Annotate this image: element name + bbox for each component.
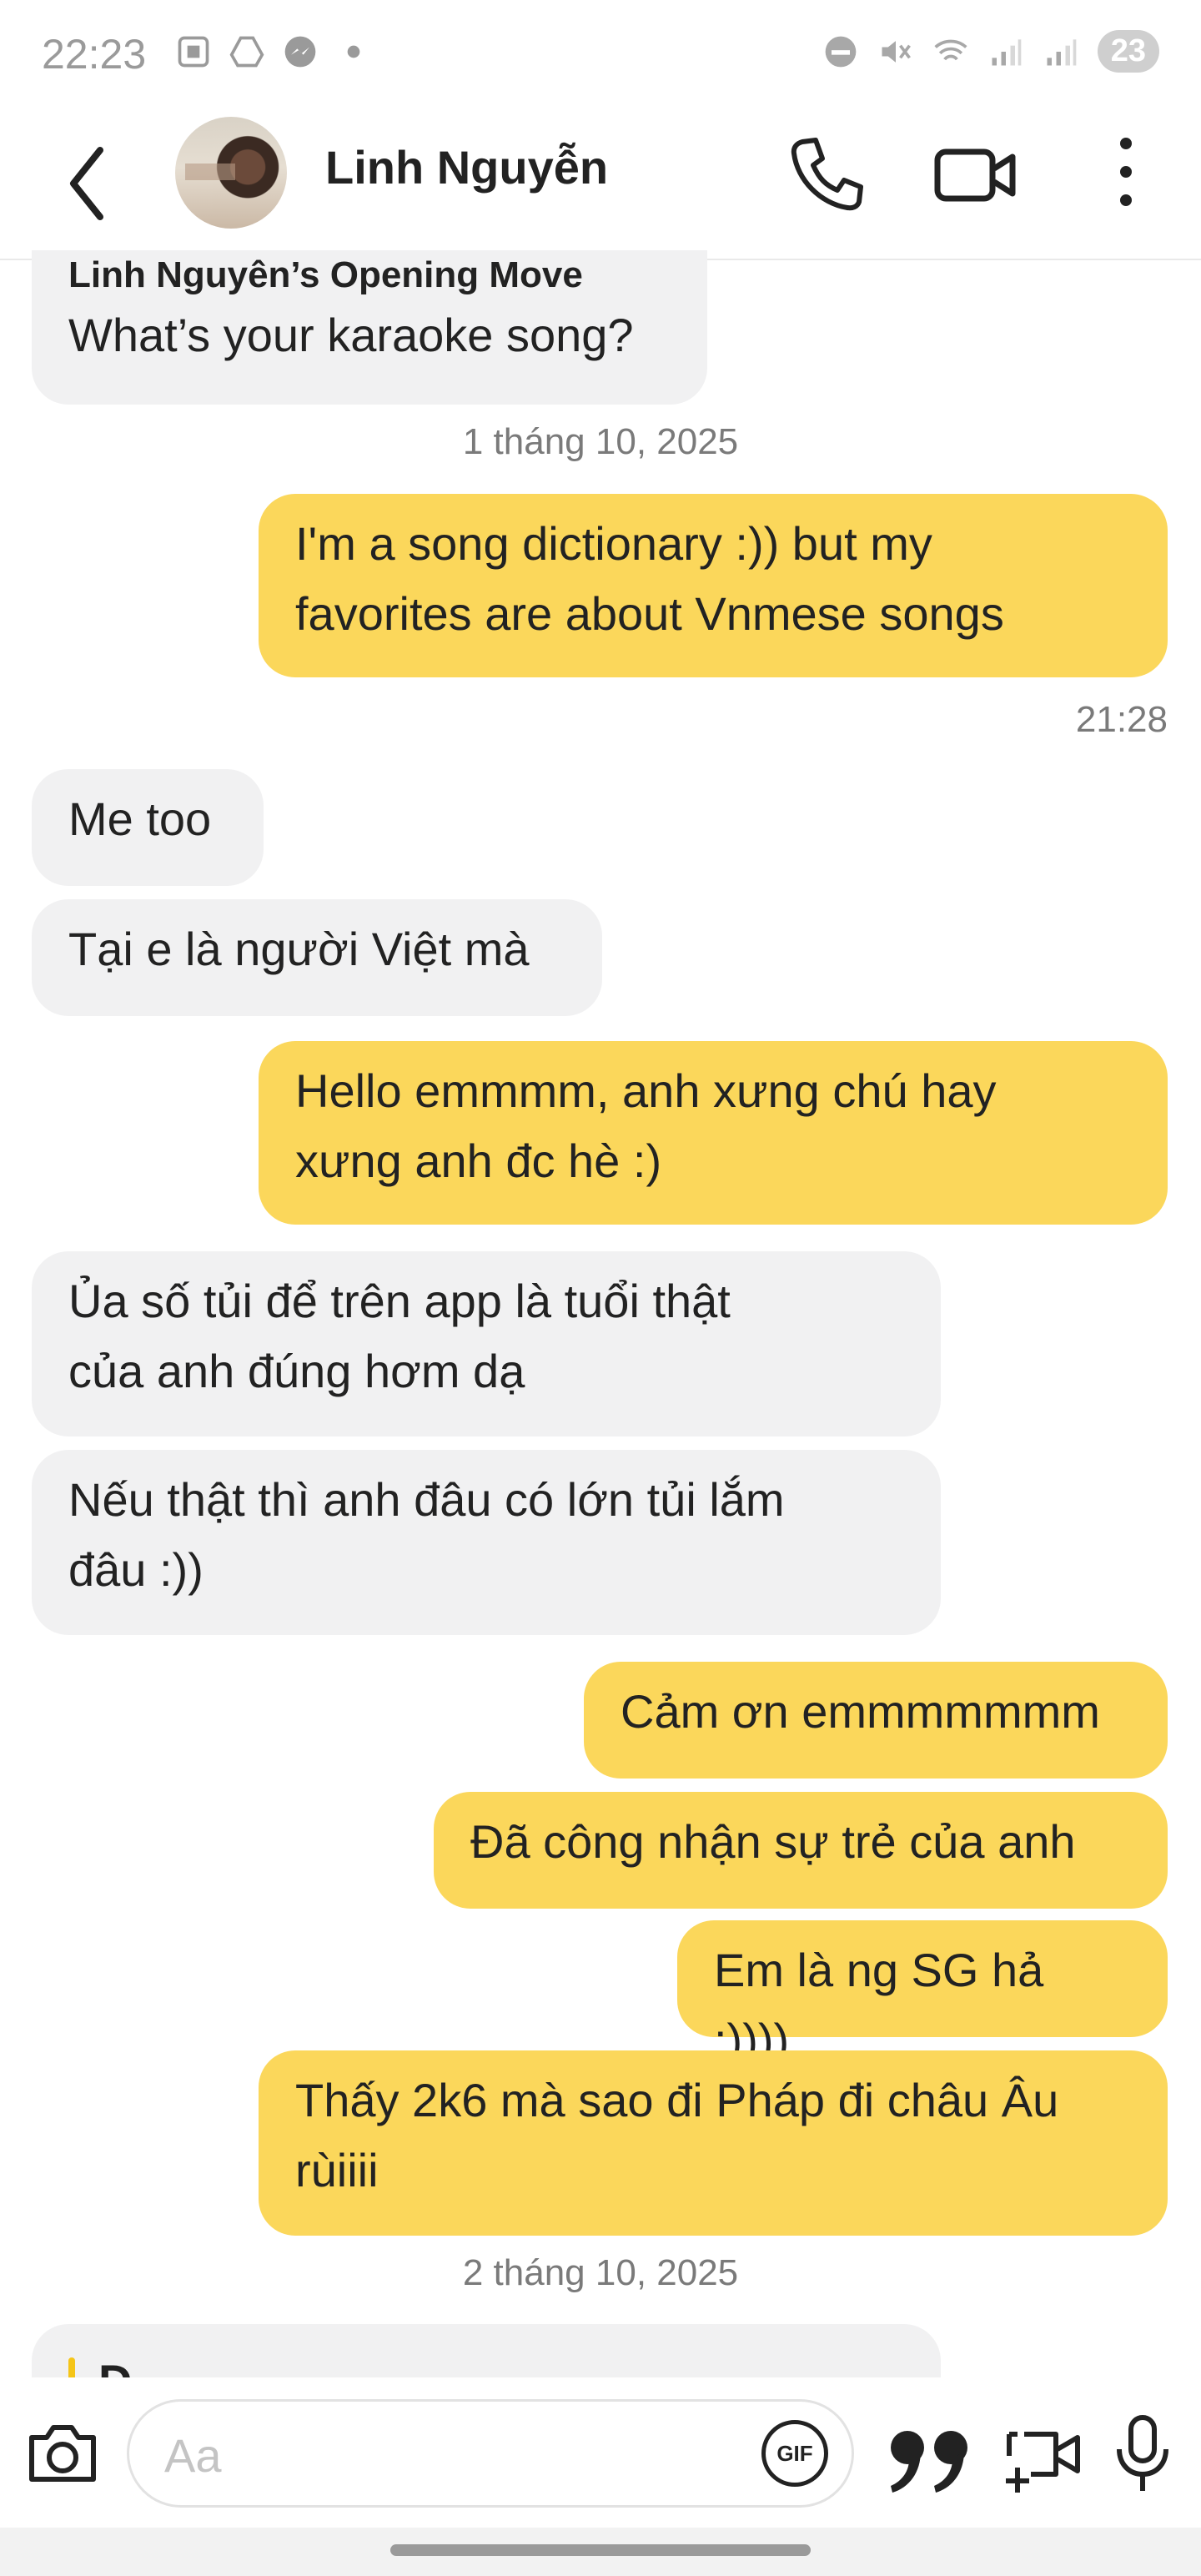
camera-icon[interactable] [25,2416,100,2491]
message-bubble-in[interactable]: Me too [32,769,264,886]
dnd-icon [825,36,857,67]
message-bubble-in[interactable]: Tại e là người Việt mà [32,899,602,1016]
message-input-box[interactable]: GIF [127,2399,854,2508]
status-bar: 22:23 23 [0,0,1201,108]
navigation-bar [0,2528,1201,2576]
signal-2-icon [1047,38,1077,65]
battery-level: 23 [1097,30,1159,73]
screenshot-icon [178,36,209,68]
message-text: Đã công nhận sự trẻ của anh [470,1815,1076,1868]
message-line: rùiiii [295,2144,379,2196]
phone-call-icon[interactable] [784,132,867,215]
drive-icon [229,36,264,68]
status-icons-right: 23 [822,30,1159,73]
message-bubble-out[interactable]: I'm a song dictionary :)) but my favorit… [259,494,1168,677]
opening-move-bubble[interactable]: Linh Nguyên’s Opening Move What’s your k… [32,250,707,405]
microphone-icon[interactable] [1109,2412,1176,2496]
video-clip-icon[interactable] [1001,2416,1084,2499]
dot-icon [347,45,360,58]
message-line: favorites are about Vnmese songs [295,587,1004,640]
video-call-icon[interactable] [934,137,1018,212]
message-bubble-in[interactable]: Ủa số tủi để trên app là tuổi thật của a… [32,1251,941,1436]
message-line: xưng anh đc hè :) [295,1135,662,1187]
status-time: 22:23 [42,31,147,78]
quote-icon[interactable] [884,2421,976,2496]
more-options-icon[interactable] [1101,128,1151,220]
message-input[interactable] [163,2425,666,2485]
gif-button[interactable]: GIF [761,2420,828,2487]
message-text: Me too [68,792,212,845]
signal-icon [992,38,1022,65]
message-timestamp: 21:28 [1075,699,1168,740]
mute-icon [882,40,911,63]
message-bubble-out[interactable]: Cảm ơn emmmmmmm [584,1662,1168,1779]
opening-move-text: What’s your karaoke song? [68,309,634,361]
message-bubble-out[interactable]: Đã công nhận sự trẻ của anh [434,1792,1168,1909]
wifi-icon [934,39,967,60]
avatar[interactable] [175,117,287,229]
contact-name[interactable]: Linh Nguyễn [325,140,608,194]
home-indicator[interactable] [390,2544,811,2556]
opening-move-title: Linh Nguyên’s Opening Move [68,254,583,295]
chat-header: Linh Nguyễn [0,108,1201,260]
status-icons-left [175,33,372,70]
message-line: Ủa số tủi để trên app là tuổi thật [68,1275,731,1327]
message-line: Hello emmmm, anh xưng chú hay [295,1064,997,1117]
message-text: Tại e là người Việt mà [68,923,530,975]
message-line: đâu :)) [68,1543,204,1596]
messenger-icon [284,36,316,68]
message-bubble-out[interactable]: Hello emmmm, anh xưng chú hay xưng anh đ… [259,1041,1168,1225]
message-line: Thấy 2k6 mà sao đi Pháp đi châu Âu [295,2074,1059,2126]
message-bubble-in[interactable]: Nếu thật thì anh đâu có lớn tủi lắm đâu … [32,1450,941,1635]
message-bubble-out[interactable]: Em là ng SG hả :)))) [677,1920,1168,2066]
message-line: Nếu thật thì anh đâu có lớn tủi lắm [68,1473,785,1526]
message-text: Cảm ơn emmmmmmm [621,1685,1100,1738]
message-bubble-out[interactable]: Thấy 2k6 mà sao đi Pháp đi châu Âu rùiii… [259,2050,1168,2236]
message-line: I'm a song dictionary :)) but my [295,517,932,570]
message-composer: GIF [0,2377,1201,2528]
back-button[interactable] [58,133,117,234]
date-separator: 1 tháng 10, 2025 [462,421,739,462]
message-line: của anh đúng hơm dạ [68,1345,525,1397]
date-separator: 2 tháng 10, 2025 [462,2252,739,2293]
